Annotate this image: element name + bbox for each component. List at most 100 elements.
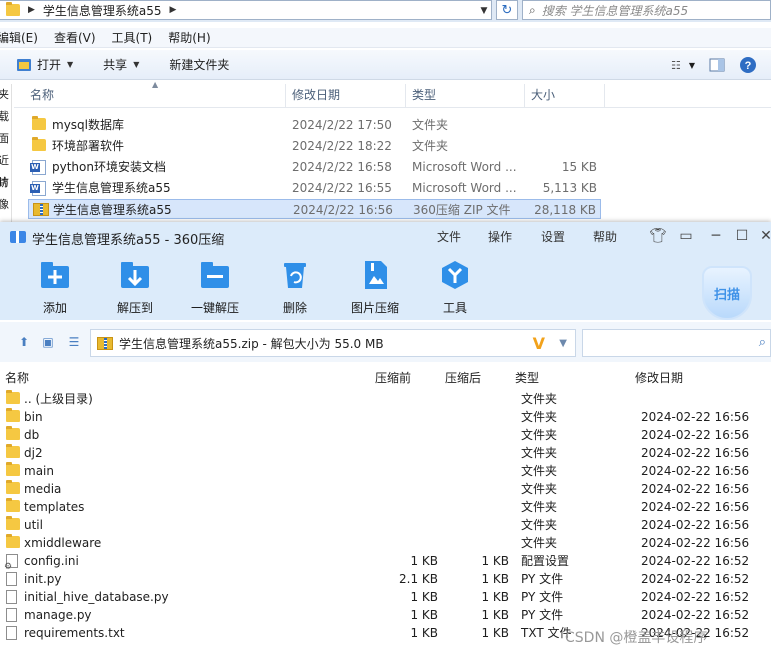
- nav-item[interactable]: 像: [0, 194, 11, 216]
- menu-file[interactable]: 文件: [437, 228, 461, 245]
- column-header-after[interactable]: 压缩后: [445, 369, 481, 386]
- table-row[interactable]: init.py 2.1 KB 1 KB PY 文件 2024-02-22 16:52: [0, 570, 771, 588]
- chevron-down-icon[interactable]: ▼: [559, 338, 567, 349]
- file-row[interactable]: python环境安装文档 2024/2/22 16:58 Microsoft Wor…: [28, 157, 601, 177]
- new-folder-button[interactable]: 新建文件夹: [169, 56, 229, 73]
- menu-help[interactable]: 帮助: [593, 228, 617, 245]
- image-compress-label: 图片压缩: [350, 301, 399, 315]
- zip-nav-bar: ⬆ ▣ ☰ 学生信息管理系统a55.zip - 解包大小为 55.0 MB V …: [0, 322, 771, 362]
- archive-search-input[interactable]: ⌕: [582, 329, 771, 357]
- table-row[interactable]: db 文件夹 2024-02-22 16:56: [0, 426, 771, 444]
- close-icon: ✕: [760, 228, 771, 244]
- table-row[interactable]: templates 文件夹 2024-02-22 16:56: [0, 498, 771, 516]
- menu-bar: 编辑(E) 查看(V) 工具(T) 帮助(H): [0, 28, 771, 48]
- entry-type: 文件夹: [521, 482, 558, 496]
- entry-name: media: [24, 482, 62, 496]
- file-row[interactable]: 学生信息管理系统a55 2024/2/22 16:55 Microsoft Word…: [28, 178, 601, 198]
- skin-button[interactable]: 👕︎: [648, 226, 668, 246]
- menu-view[interactable]: 查看(V): [54, 29, 96, 46]
- file-name: 学生信息管理系统a55: [52, 181, 171, 195]
- column-header-modified[interactable]: 修改日期: [635, 369, 683, 386]
- column-header-size[interactable]: 大小: [525, 84, 605, 108]
- table-row[interactable]: dj2 文件夹 2024-02-22 16:56: [0, 444, 771, 462]
- file-type: 文件夹: [412, 139, 449, 153]
- entry-type: 配置设置: [521, 554, 570, 568]
- minimize-button[interactable]: ─: [706, 226, 726, 246]
- column-header-name[interactable]: 名称: [5, 369, 29, 386]
- command-bar: 打开 ▼ 共享 ▼ 新建文件夹 ☷ ▼ ?: [0, 50, 771, 80]
- table-row[interactable]: config.ini 1 KB 1 KB 配置设置 2024-02-22 16:52: [0, 552, 771, 576]
- up-level-button[interactable]: ⬆: [16, 334, 32, 350]
- table-row[interactable]: manage.py 1 KB 1 KB PY 文件 2024-02-22 16:52: [0, 606, 771, 624]
- nav-item[interactable]: 夹: [0, 84, 11, 106]
- file-row[interactable]: mysql数据库 2024/2/22 17:50 文件夹: [28, 115, 601, 135]
- feedback-button[interactable]: ▭: [676, 226, 696, 246]
- column-header-type[interactable]: 类型: [406, 84, 525, 108]
- table-row[interactable]: initial_hive_database.py 1 KB 1 KB PY 文件 202…: [0, 588, 771, 606]
- column-header-name[interactable]: 名称: [24, 84, 286, 108]
- menu-help[interactable]: 帮助(H): [168, 29, 210, 46]
- folder-icon: [32, 116, 46, 130]
- file-icon: [6, 626, 17, 640]
- file-type: Microsoft Word ...: [412, 181, 517, 195]
- file-row[interactable]: 环境部署软件 2024/2/22 18:22 文件夹: [28, 136, 601, 156]
- chevron-right-icon[interactable]: ▶: [170, 5, 177, 15]
- share-button[interactable]: 共享 ▼: [103, 56, 139, 73]
- open-button[interactable]: 打开 ▼: [16, 56, 73, 73]
- nav-item[interactable]: 载: [0, 106, 11, 128]
- entry-name: config.ini: [24, 554, 79, 568]
- table-row[interactable]: .. (上级目录) 文件夹: [0, 390, 771, 408]
- nav-item[interactable]: 片: [0, 172, 11, 194]
- extract-to-icon: [121, 262, 149, 288]
- address-bar[interactable]: ▶ 学生信息管理系统a55 ▶ ▼: [0, 0, 492, 20]
- v-logo-icon[interactable]: V: [533, 334, 545, 353]
- archive-path-field[interactable]: 学生信息管理系统a55.zip - 解包大小为 55.0 MB V ▼: [90, 329, 576, 357]
- one-click-extract-label: 一键解压: [190, 301, 239, 315]
- preview-pane-button[interactable]: [709, 58, 725, 72]
- file-type: 360压缩 ZIP 文件: [413, 203, 511, 217]
- breadcrumb-current[interactable]: 学生信息管理系统a55: [43, 2, 162, 19]
- file-date: 2024/2/22 17:50: [292, 118, 392, 132]
- column-header-before[interactable]: 压缩前: [375, 369, 411, 386]
- thumbnail-view-button[interactable]: ▣: [40, 334, 56, 350]
- table-row[interactable]: bin 文件夹 2024-02-22 16:56: [0, 408, 771, 426]
- help-button[interactable]: ?: [739, 56, 757, 74]
- menu-operation[interactable]: 操作: [488, 228, 512, 245]
- column-header-type[interactable]: 类型: [515, 369, 539, 386]
- help-icon: ?: [740, 57, 756, 73]
- address-history-dropdown[interactable]: ▼: [476, 1, 492, 21]
- scan-button[interactable]: 扫描: [702, 266, 758, 322]
- view-options-button[interactable]: ☷ ▼: [671, 59, 695, 72]
- menu-settings[interactable]: 设置: [541, 228, 565, 245]
- close-button[interactable]: ✕: [756, 226, 771, 246]
- zip-archive-icon: [97, 336, 113, 350]
- refresh-button[interactable]: ↻: [496, 0, 518, 20]
- add-button[interactable]: 添加: [20, 260, 90, 316]
- search-icon[interactable]: ⌕: [759, 335, 766, 350]
- tools-button[interactable]: 工具: [420, 260, 490, 316]
- entry-type: 文件夹: [521, 428, 558, 442]
- nav-item[interactable]: 面: [0, 128, 11, 150]
- nav-item[interactable]: 近访: [0, 150, 11, 189]
- table-row[interactable]: main 文件夹 2024-02-22 16:56: [0, 462, 771, 480]
- archive-list-header: 名称 压缩前 压缩后 类型 修改日期: [0, 366, 771, 386]
- menu-edit[interactable]: 编辑(E): [0, 29, 38, 46]
- file-row[interactable]: 学生信息管理系统a55 2024/2/22 16:56 360压缩 ZIP 文件 28…: [28, 199, 601, 219]
- column-header-date[interactable]: 修改日期: [286, 84, 406, 108]
- extract-to-button[interactable]: 解压到: [100, 260, 170, 316]
- chevron-right-icon[interactable]: ▶: [28, 5, 35, 15]
- entry-modified: 2024-02-22 16:56: [641, 410, 750, 424]
- table-row[interactable]: util 文件夹 2024-02-22 16:56: [0, 516, 771, 534]
- table-row[interactable]: media 文件夹 2024-02-22 16:56: [0, 480, 771, 498]
- list-view-button[interactable]: ☰: [66, 334, 82, 350]
- zip-title-bar: 学生信息管理系统a55 - 360压缩 文件 操作 设置 帮助 👕︎ ▭ ─ ☐…: [0, 222, 771, 252]
- one-click-extract-button[interactable]: 一键解压: [180, 260, 250, 316]
- entry-modified: 2024-02-22 16:52: [641, 554, 750, 568]
- delete-button[interactable]: 删除: [260, 260, 330, 316]
- search-input[interactable]: ⌕ 搜索 学生信息管理系统a55: [522, 0, 771, 20]
- menu-tools[interactable]: 工具(T): [112, 29, 153, 46]
- config-file-icon: [4, 554, 18, 576]
- image-compress-button[interactable]: 图片压缩: [340, 260, 410, 316]
- maximize-button[interactable]: ☐: [732, 226, 752, 246]
- table-row[interactable]: xmiddleware 文件夹 2024-02-22 16:56: [0, 534, 771, 552]
